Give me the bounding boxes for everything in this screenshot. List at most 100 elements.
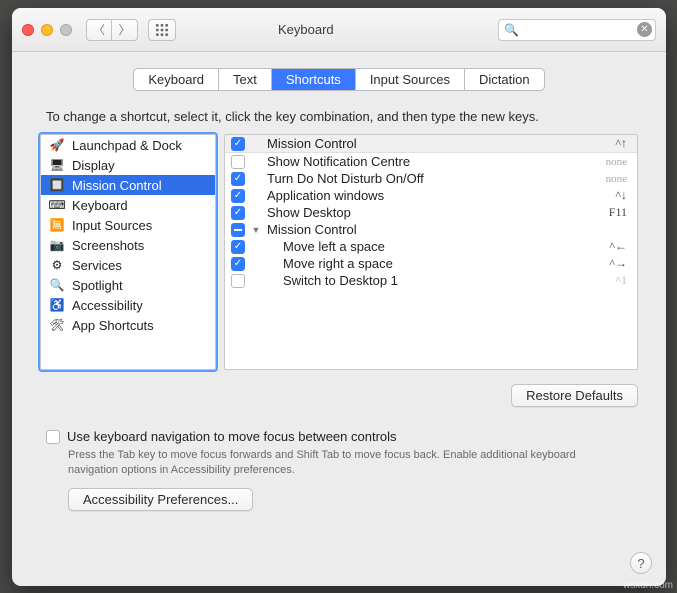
sidebar-icon: 🚀	[49, 137, 65, 153]
shortcut-checkbox[interactable]: ✓	[231, 206, 245, 220]
sidebar-item-mission-control[interactable]: 🔲 Mission Control	[41, 175, 215, 195]
shortcut-row[interactable]: ✓ Move left a space ^←	[225, 238, 637, 255]
search-input[interactable]	[498, 19, 656, 41]
grid-icon	[155, 23, 169, 37]
sidebar-item-label: Accessibility	[72, 298, 143, 313]
window-controls	[22, 24, 72, 36]
shortcut-label: Application windows	[267, 188, 583, 203]
shortcut-keys[interactable]: none	[589, 156, 627, 168]
zoom-icon[interactable]	[60, 24, 72, 36]
tab-input-sources[interactable]: Input Sources	[356, 69, 465, 90]
shortcut-keys[interactable]: ^←	[589, 239, 627, 254]
shortcut-row[interactable]: ▼ Mission Control	[225, 221, 637, 238]
shortcut-row[interactable]: Show Notification Centre none	[225, 153, 637, 170]
close-icon[interactable]	[22, 24, 34, 36]
tab-bar: KeyboardTextShortcutsInput SourcesDictat…	[12, 52, 666, 99]
shortcut-checkbox[interactable]: ✓	[231, 172, 245, 186]
disclosure-icon[interactable]: ▼	[251, 225, 261, 235]
sidebar-icon: 📷	[49, 237, 65, 253]
shortcut-label: Mission Control	[267, 136, 583, 151]
shortcut-checkbox[interactable]: ✓	[231, 137, 245, 151]
sidebar-item-label: Services	[72, 258, 122, 273]
search-field[interactable]: 🔍 ✕	[498, 19, 656, 41]
sidebar-item-label: Spotlight	[72, 278, 123, 293]
sidebar-icon: 🔲	[49, 177, 65, 193]
sidebar-item-input-sources[interactable]: 🈚 Input Sources	[41, 215, 215, 235]
sidebar-icon: ⚙	[49, 257, 65, 273]
shortcut-keys[interactable]: ^→	[589, 256, 627, 271]
kb-nav-subtext: Press the Tab key to move focus forwards…	[68, 448, 628, 478]
shortcut-row[interactable]: Switch to Desktop 1 ^1	[225, 272, 637, 289]
shortcut-label: Switch to Desktop 1	[267, 273, 583, 288]
sidebar-item-label: App Shortcuts	[72, 318, 154, 333]
shortcut-keys[interactable]: F11	[589, 205, 627, 220]
shortcut-label: Move left a space	[267, 239, 583, 254]
sidebar-icon: 🈚	[49, 217, 65, 233]
shortcut-label: Show Desktop	[267, 205, 583, 220]
sidebar-item-screenshots[interactable]: 📷 Screenshots	[41, 235, 215, 255]
sidebar-item-accessibility[interactable]: ♿ Accessibility	[41, 295, 215, 315]
shortcut-list[interactable]: ✓ Mission Control ^↑ Show Notification Cent…	[224, 134, 638, 370]
sidebar-item-launchpad-dock[interactable]: 🚀 Launchpad & Dock	[41, 135, 215, 155]
sidebar-icon: 🛠	[49, 317, 65, 333]
shortcut-checkbox[interactable]	[231, 155, 245, 169]
preferences-window: 〈 〉 Keyboard 🔍 ✕ KeyboardTextShortcutsIn…	[12, 8, 666, 586]
show-all-button[interactable]	[148, 19, 176, 41]
shortcut-keys[interactable]: none	[589, 173, 627, 185]
tab-shortcuts[interactable]: Shortcuts	[272, 69, 356, 90]
shortcut-checkbox[interactable]	[231, 223, 245, 237]
shortcut-label: Turn Do Not Disturb On/Off	[267, 171, 583, 186]
shortcut-keys[interactable]: ^1	[589, 273, 627, 288]
titlebar: 〈 〉 Keyboard 🔍 ✕	[12, 8, 666, 52]
window-title: Keyboard	[278, 22, 334, 37]
sidebar-item-label: Launchpad & Dock	[72, 138, 182, 153]
accessibility-preferences-button[interactable]: Accessibility Preferences...	[68, 488, 253, 511]
instruction-text: To change a shortcut, select it, click t…	[46, 109, 638, 124]
shortcut-checkbox[interactable]: ✓	[231, 257, 245, 271]
sidebar-item-services[interactable]: ⚙ Services	[41, 255, 215, 275]
kb-nav-label: Use keyboard navigation to move focus be…	[67, 429, 397, 444]
sidebar-item-label: Keyboard	[72, 198, 128, 213]
search-icon: 🔍	[504, 23, 519, 37]
sidebar-item-label: Display	[72, 158, 115, 173]
sidebar-icon: ⌨	[49, 197, 65, 213]
shortcut-label: Move right a space	[267, 256, 583, 271]
shortcut-checkbox[interactable]: ✓	[231, 240, 245, 254]
category-sidebar[interactable]: 🚀 Launchpad & Dock 🖥 Display 🔲 Mission Contro…	[40, 134, 216, 370]
help-button[interactable]: ?	[630, 552, 652, 574]
sidebar-item-keyboard[interactable]: ⌨ Keyboard	[41, 195, 215, 215]
kb-nav-checkbox[interactable]	[46, 430, 60, 444]
clear-search-icon[interactable]: ✕	[637, 22, 652, 37]
shortcut-checkbox[interactable]	[231, 274, 245, 288]
shortcut-row[interactable]: ✓ Move right a space ^→	[225, 255, 637, 272]
minimize-icon[interactable]	[41, 24, 53, 36]
shortcut-keys[interactable]: ^↑	[589, 136, 627, 151]
shortcut-label: Mission Control	[267, 222, 583, 237]
watermark: wsxdn.com	[623, 580, 673, 591]
shortcut-row[interactable]: ✓ Turn Do Not Disturb On/Off none	[225, 170, 637, 187]
sidebar-item-display[interactable]: 🖥 Display	[41, 155, 215, 175]
sidebar-icon: ♿	[49, 297, 65, 313]
shortcut-row[interactable]: ✓ Application windows ^↓	[225, 187, 637, 204]
back-button[interactable]: 〈	[86, 19, 112, 41]
shortcut-checkbox[interactable]: ✓	[231, 189, 245, 203]
sidebar-icon: 🔍	[49, 277, 65, 293]
nav-buttons: 〈 〉	[86, 19, 138, 41]
sidebar-item-spotlight[interactable]: 🔍 Spotlight	[41, 275, 215, 295]
tab-text[interactable]: Text	[219, 69, 272, 90]
shortcut-row[interactable]: ✓ Show Desktop F11	[225, 204, 637, 221]
content-area: To change a shortcut, select it, click t…	[12, 99, 666, 525]
sidebar-icon: 🖥	[49, 157, 65, 173]
tab-dictation[interactable]: Dictation	[465, 69, 544, 90]
restore-defaults-button[interactable]: Restore Defaults	[511, 384, 638, 407]
sidebar-item-label: Input Sources	[72, 218, 152, 233]
shortcut-row[interactable]: ✓ Mission Control ^↑	[225, 135, 637, 153]
sidebar-item-app-shortcuts[interactable]: 🛠 App Shortcuts	[41, 315, 215, 335]
tab-keyboard[interactable]: Keyboard	[134, 69, 219, 90]
shortcut-keys[interactable]: ^↓	[589, 188, 627, 203]
forward-button[interactable]: 〉	[112, 19, 138, 41]
shortcut-label: Show Notification Centre	[267, 154, 583, 169]
sidebar-item-label: Mission Control	[72, 178, 162, 193]
sidebar-item-label: Screenshots	[72, 238, 144, 253]
kb-nav-checkbox-row[interactable]: Use keyboard navigation to move focus be…	[46, 429, 638, 444]
